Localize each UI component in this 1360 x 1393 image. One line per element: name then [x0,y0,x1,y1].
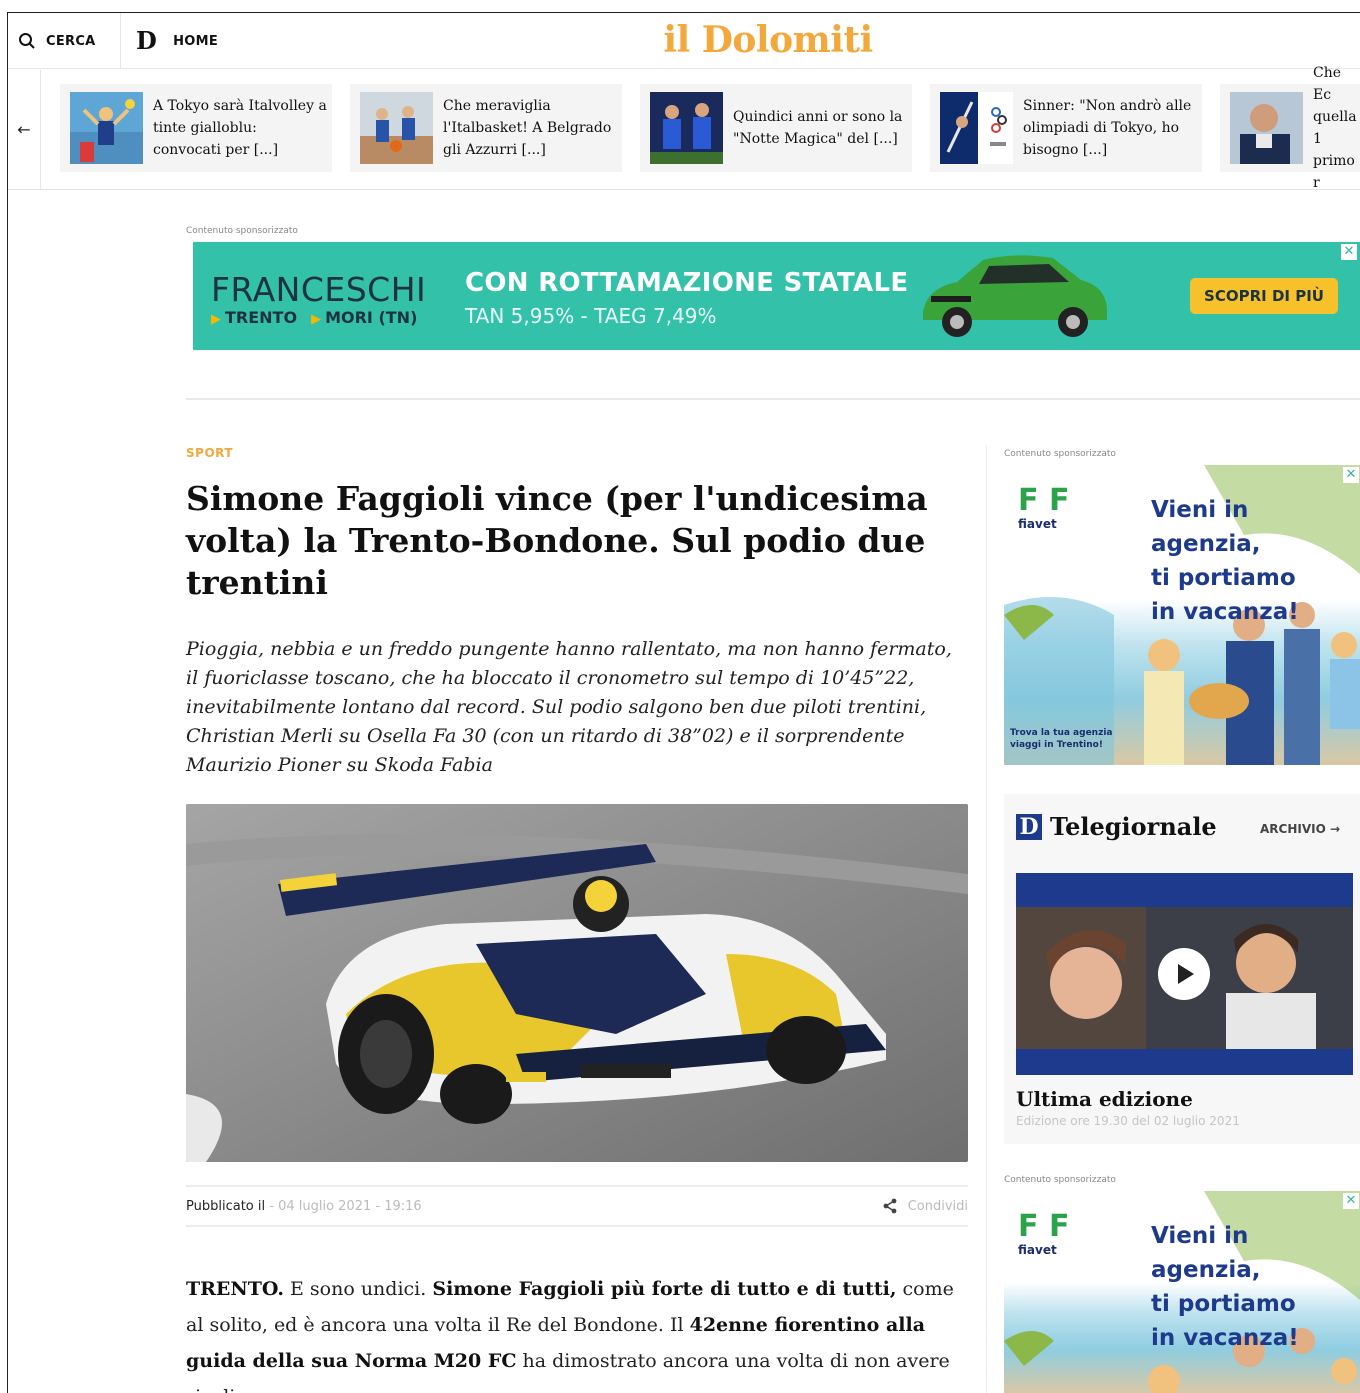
body-dateline: TRENTO. [186,1278,284,1300]
fiavet-sub: fiavet [1018,517,1057,531]
telegiornale-box: D Telegiornale ARCHIVIO → Ultima edizion… [1004,794,1360,1144]
ad-small-line: viaggi in Trentino! [1010,740,1103,750]
banner-headline: CON ROTTAMAZIONE STATALE [465,268,909,298]
article-hero-image [186,804,968,1162]
news-thumbnail [360,92,433,164]
ad-small-text: Trova la tua agenzia viaggi in Trentino! [1010,727,1112,751]
close-icon[interactable]: ✕ [1341,244,1357,260]
sidebar-divider [986,445,987,1393]
published-label: Pubblicato il [186,1198,266,1214]
ad-small-line: Trova la tua agenzia [1010,728,1113,738]
news-card[interactable]: Quindici anni or sono la "Notte Magica" … [640,84,912,172]
ad-slogan-line: ti portiamo [1151,565,1296,591]
top-bar: CERCA D HOME il Dolomiti [8,13,1360,69]
news-card[interactable]: Sinner: "Non andrò alle olimpiadi di Tok… [930,84,1202,172]
publish-info: Pubblicato il - 04 luglio 2021 - 19:16 [186,1199,422,1214]
archive-link[interactable]: ARCHIVIO → [1260,822,1340,836]
article-title: Simone Faggioli vince (per l'undicesima … [186,479,928,602]
news-thumbnail [940,92,1013,164]
article-category[interactable]: SPORT [186,446,233,460]
banner-location: MORI (TN) [311,308,417,327]
search-label: CERCA [46,33,96,49]
share-button[interactable]: Condividi [882,1198,968,1214]
search-icon [19,33,35,49]
ad-slogan-line: in vacanza! [1151,1325,1299,1351]
banner-ad[interactable]: FRANCESCHI TRENTO MORI (TN) CON ROTTAMAZ… [193,242,1360,350]
home-label: HOME [173,33,219,49]
sponsored-label: Contenuto sponsorizzato [1004,449,1116,459]
car-image [923,255,1107,337]
banner-locations: TRENTO MORI (TN) [211,308,417,327]
banner-subline: TAN 5,95% - TAEG 7,49% [465,304,717,328]
news-card-text: Quindici anni or sono la "Notte Magica" … [733,109,903,147]
body-bold: Simone Faggioli più forte di tutto e di … [432,1278,897,1300]
banner-brand: FRANCESCHI [211,270,427,309]
telegiornale-header: D Telegiornale [1016,812,1217,841]
sidebar-ad[interactable]: F F fiavet Vieni in agenzia, ti portiamo… [1004,465,1360,765]
banner-location: TRENTO [211,308,297,327]
ad-slogan: Vieni in agenzia, ti portiamo in vacanza… [1151,1219,1360,1355]
article-lead: Pioggia, nebbia e un freddo pungente han… [186,638,952,776]
close-icon[interactable]: ✕ [1343,467,1359,483]
site-logo[interactable]: il Dolomiti [648,19,888,61]
news-card[interactable]: Che Ec quella 1 primo r [1220,65,1360,191]
edition-subtitle: Edizione ore 19.30 del 02 luglio 2021 [1016,1114,1240,1128]
publish-bar: Pubblicato il - 04 luglio 2021 - 19:16 C… [186,1185,968,1227]
ad-slogan-line: in vacanza! [1151,599,1299,625]
close-icon[interactable]: ✕ [1343,1193,1359,1209]
logo-d-icon: D [1016,813,1042,840]
news-card[interactable]: Che meraviglia l'Italbasket! A Belgrado … [350,84,622,172]
arrow-left-icon: ← [17,120,31,139]
ad-slogan-line: Vieni in agenzia, [1151,1223,1261,1283]
telegiornale-title: Telegiornale [1050,812,1217,841]
divider [186,398,1360,400]
strip-back-button[interactable]: ← [8,70,41,189]
news-card-text: Sinner: "Non andrò alle olimpiadi di Tok… [1023,98,1192,158]
sponsored-label: Contenuto sponsorizzato [186,226,298,236]
news-card-text: Che Ec quella 1 primo r [1313,65,1357,191]
article-body: TRENTO. E sono undici. Simone Faggioli p… [186,1271,976,1393]
race-car-image [186,804,968,1162]
sidebar-ad[interactable]: F F fiavet Vieni in agenzia, ti portiamo… [1004,1191,1360,1393]
search-button[interactable]: CERCA [8,13,121,69]
share-label: Condividi [907,1198,968,1214]
fiavet-logo: F F [1018,483,1070,518]
home-link[interactable]: D HOME [136,13,218,69]
news-strip: ← A Tokyo sarà Italvolley a tinte giallo… [8,65,1360,191]
video-player[interactable] [1016,873,1353,1075]
news-card[interactable]: A Tokyo sarà Italvolley a tinte giallobl… [60,84,332,172]
body-text: E sono undici. [283,1278,433,1300]
sponsored-label: Contenuto sponsorizzato [1004,1175,1116,1185]
news-thumbnail [70,92,143,164]
fiavet-sub: fiavet [1018,1243,1057,1257]
published-date: - 04 luglio 2021 - 19:16 [269,1198,422,1214]
ad-slogan: Vieni in agenzia, ti portiamo in vacanza… [1151,493,1360,629]
page-frame: CERCA D HOME il Dolomiti ← A Tokyo sarà … [7,12,1360,1393]
ad-slogan-line: ti portiamo [1151,1291,1296,1317]
news-thumbnail [1230,92,1303,164]
share-icon [883,1198,897,1214]
news-card-text: A Tokyo sarà Italvolley a tinte giallobl… [153,98,327,158]
fiavet-logo: F F [1018,1209,1070,1244]
news-thumbnail [650,92,723,164]
logo-d-icon: D [136,26,158,55]
edition-title[interactable]: Ultima edizione [1016,1087,1193,1111]
news-card-text: Che meraviglia l'Italbasket! A Belgrado … [443,98,612,158]
banner-cta-button[interactable]: SCOPRI DI PIÙ [1190,278,1338,314]
ad-slogan-line: Vieni in agenzia, [1151,497,1261,557]
play-icon[interactable] [1157,947,1211,1001]
